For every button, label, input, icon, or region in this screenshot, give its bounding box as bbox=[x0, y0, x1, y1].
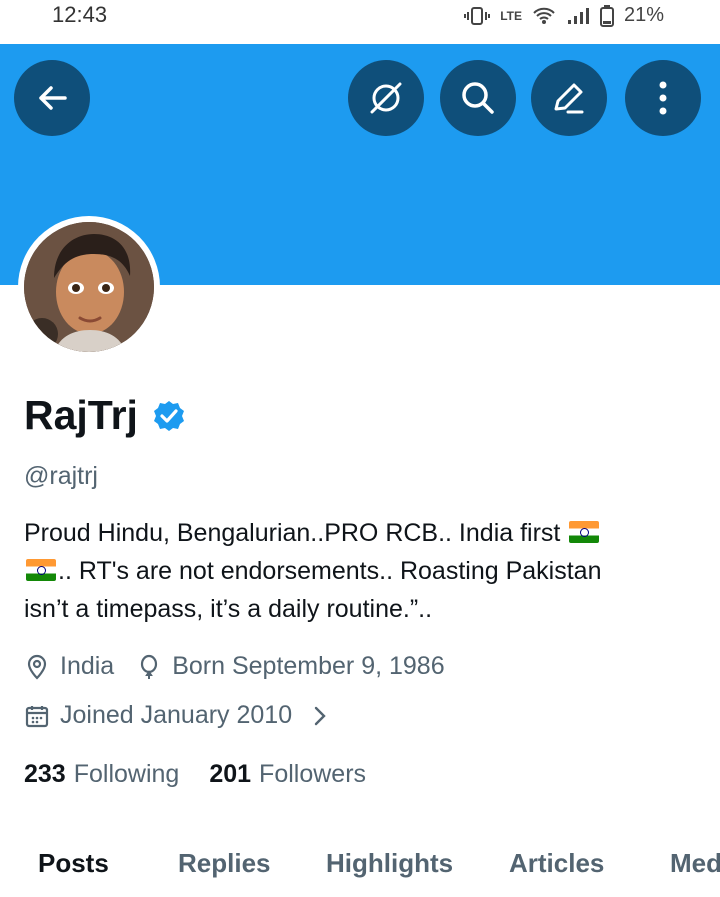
profile-location: India bbox=[60, 652, 115, 680]
status-time: 12:43 bbox=[52, 2, 108, 27]
signal-icon bbox=[567, 7, 589, 24]
following-label: Following bbox=[73, 760, 180, 788]
followers-link[interactable]: 201 Followers bbox=[209, 760, 366, 789]
grok-button[interactable] bbox=[348, 60, 424, 136]
avatar[interactable] bbox=[24, 222, 154, 352]
followers-count: 201 bbox=[209, 760, 252, 788]
calendar-icon bbox=[24, 703, 50, 729]
profile-tabs: Posts Replies Highlights Articles Media bbox=[0, 838, 720, 897]
joined-row[interactable]: Joined January 2010 bbox=[24, 701, 330, 730]
tab-posts[interactable]: Posts bbox=[38, 848, 109, 879]
tab-media[interactable]: Media bbox=[670, 848, 720, 879]
profile-handle: @rajtrj bbox=[24, 462, 98, 490]
balloon-icon bbox=[136, 654, 162, 680]
battery-level: 21% bbox=[623, 4, 664, 26]
wifi-icon bbox=[533, 7, 555, 24]
display-name: RajTrj bbox=[24, 392, 138, 438]
vibrate-icon bbox=[464, 6, 491, 25]
follow-stats: 233 Following 201 Followers bbox=[24, 760, 366, 789]
following-link[interactable]: 233 Following bbox=[24, 760, 179, 789]
arrow-left-icon bbox=[39, 86, 67, 110]
more-button[interactable] bbox=[625, 60, 701, 136]
profile-meta-row: India Born September 9, 1986 bbox=[24, 652, 445, 681]
tab-articles[interactable]: Articles bbox=[509, 848, 604, 879]
battery-icon bbox=[599, 4, 614, 27]
bio-line-2: .. RT's are not endorsements.. Roasting … bbox=[58, 557, 602, 585]
verified-badge-icon[interactable] bbox=[152, 399, 186, 433]
followers-label: Followers bbox=[259, 760, 367, 788]
tab-highlights[interactable]: Highlights bbox=[326, 848, 453, 879]
india-flag-icon bbox=[569, 521, 600, 543]
avatar-border[interactable] bbox=[18, 216, 160, 358]
india-flag-icon bbox=[26, 559, 56, 581]
status-icons: LTE 21% bbox=[464, 4, 664, 27]
bio-line-3: isn’t a timepass, it’s a daily routine.”… bbox=[24, 595, 433, 623]
edit-icon bbox=[554, 83, 584, 114]
name-row: RajTrj bbox=[24, 392, 186, 439]
profile-bio: Proud Hindu, Bengalurian..PRO RCB.. Indi… bbox=[24, 514, 694, 628]
search-icon bbox=[462, 82, 494, 114]
network-label: LTE bbox=[500, 8, 522, 23]
bio-line-1: Proud Hindu, Bengalurian..PRO RCB.. Indi… bbox=[24, 519, 561, 547]
following-count: 233 bbox=[24, 760, 66, 788]
chevron-right-icon bbox=[314, 706, 326, 725]
status-bar: 12:43 LTE 21% bbox=[0, 0, 720, 44]
grok-icon bbox=[370, 82, 402, 114]
back-button[interactable] bbox=[14, 60, 90, 136]
profile-joined-date: Joined January 2010 bbox=[60, 701, 293, 729]
more-vertical-icon bbox=[659, 81, 667, 115]
profile-birthdate: Born September 9, 1986 bbox=[172, 652, 445, 680]
edit-button[interactable] bbox=[531, 60, 607, 136]
avatar-illustration bbox=[24, 222, 154, 352]
location-pin-icon bbox=[24, 654, 50, 680]
tab-replies[interactable]: Replies bbox=[178, 848, 271, 879]
search-button[interactable] bbox=[440, 60, 516, 136]
